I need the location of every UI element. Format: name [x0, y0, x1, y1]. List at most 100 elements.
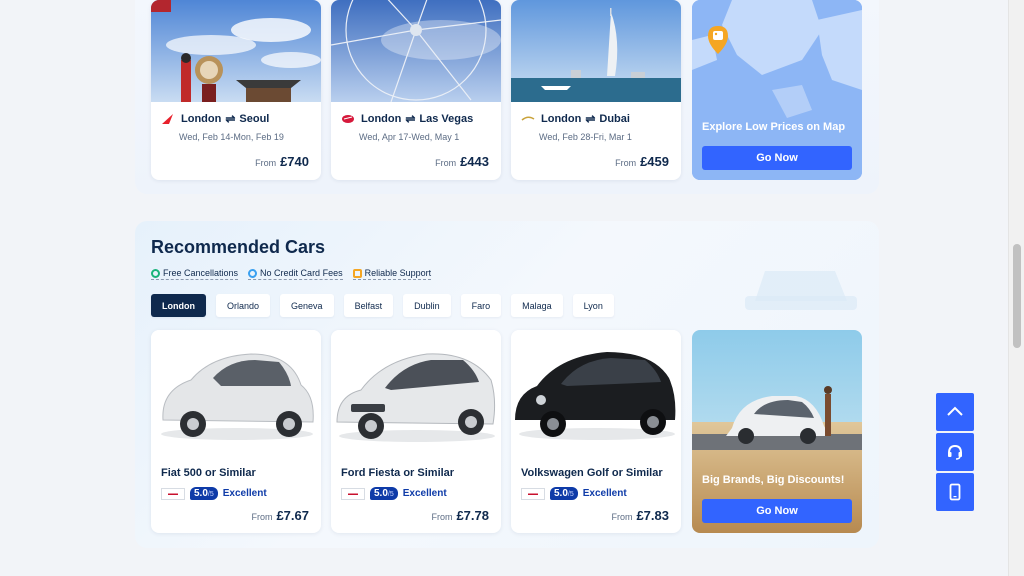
price-amount: £443	[460, 154, 489, 169]
car-rating: ▬▬ 5.0/5 Excellent	[521, 487, 627, 500]
travel-dates: Wed, Apr 17-Wed, May 1	[359, 132, 460, 142]
destination-city: Seoul	[239, 113, 270, 125]
fiat-500-image	[151, 330, 321, 450]
tab-faro[interactable]: Faro	[460, 294, 502, 317]
headset-icon	[948, 444, 962, 460]
destination-city: Las Vegas	[419, 113, 474, 125]
big-brands-promo-card[interactable]: Big Brands, Big Discounts! Go Now	[692, 330, 862, 533]
scrollbar-thumb[interactable]	[1013, 244, 1021, 348]
ford-fiesta-image	[331, 330, 501, 450]
vendor-logo-icon: ▬▬	[341, 487, 365, 500]
rating-score: 5.0/5	[370, 487, 398, 500]
check-icon	[151, 268, 160, 278]
tab-dublin[interactable]: Dublin	[403, 294, 451, 317]
tab-belfast[interactable]: Belfast	[343, 294, 394, 317]
promo-go-now-button[interactable]: Go Now	[702, 499, 852, 523]
travel-dates: Wed, Feb 28-Fri, Mar 1	[539, 132, 632, 142]
origin-city: London	[181, 113, 222, 125]
flight-price: From £443	[435, 154, 489, 169]
destination-city: Dubai	[599, 113, 630, 125]
feature-no-credit-card-fees[interactable]: No Credit Card Fees	[248, 268, 343, 280]
origin-city: London	[541, 113, 582, 125]
vendor-logo-icon: ▬▬	[521, 487, 545, 500]
recommended-cars-section: Recommended Cars Free Cancellations No C…	[135, 221, 879, 548]
rating-label: Excellent	[222, 488, 267, 499]
flight-deals-section: London ⇌ Seoul Wed, Feb 14-Mon, Feb 19 F…	[135, 0, 879, 194]
car-card-fiat-500[interactable]: Fiat 500 or Similar ▬▬ 5.0/5 Excellent F…	[151, 330, 321, 533]
promo-caption: Big Brands, Big Discounts!	[702, 474, 845, 486]
rating-score: 5.0/5	[190, 487, 218, 500]
car-card-volkswagen-golf[interactable]: Volkswagen Golf or Similar ▬▬ 5.0/5 Exce…	[511, 330, 681, 533]
city-tabs: London Orlando Geneva Belfast Dublin Far…	[151, 294, 614, 317]
price-prefix: From	[431, 512, 453, 522]
flight-price: From £740	[255, 154, 309, 169]
travel-dates: Wed, Feb 14-Mon, Feb 19	[179, 132, 284, 142]
customer-support-button[interactable]	[936, 433, 974, 471]
origin-city: London	[361, 113, 402, 125]
price-amount: £740	[280, 154, 309, 169]
car-card-ford-fiesta[interactable]: Ford Fiesta or Similar ▬▬ 5.0/5 Excellen…	[331, 330, 501, 533]
feature-label: Free Cancellations	[163, 268, 239, 278]
tab-malaga[interactable]: Malaga	[511, 294, 563, 317]
rating-label: Excellent	[402, 488, 447, 499]
price-prefix: From	[435, 158, 457, 168]
explore-map-card[interactable]: Explore Low Prices on Map Go Now	[692, 0, 862, 180]
car-name: Ford Fiesta or Similar	[341, 467, 455, 479]
volkswagen-golf-image	[511, 330, 681, 450]
feature-reliable-support[interactable]: Reliable Support	[352, 268, 432, 280]
tab-geneva[interactable]: Geneva	[280, 294, 334, 317]
score-scale: /5	[387, 491, 394, 498]
mobile-phone-icon	[949, 483, 961, 501]
airline-logo-icon	[521, 116, 535, 121]
feature-label: Reliable Support	[364, 268, 432, 278]
flight-card-dubai[interactable]: London ⇌ Dubai Wed, Feb 28-Fri, Mar 1 Fr…	[511, 0, 681, 180]
score-value: 5.0	[554, 488, 568, 499]
car-price: From £7.78	[431, 508, 489, 523]
flight-card-seoul[interactable]: London ⇌ Seoul Wed, Feb 14-Mon, Feb 19 F…	[151, 0, 321, 180]
feature-list: Free Cancellations No Credit Card Fees R…	[151, 268, 432, 280]
las-vegas-image	[331, 0, 501, 102]
chevron-up-icon	[947, 406, 963, 416]
airline-logo-icon	[162, 114, 173, 124]
car-price: From £7.67	[251, 508, 309, 523]
tab-lyon[interactable]: Lyon	[572, 294, 614, 317]
price-prefix: From	[615, 158, 637, 168]
rating-score: 5.0/5	[550, 487, 578, 500]
flight-card-las-vegas[interactable]: London ⇌ Las Vegas Wed, Apr 17-Wed, May …	[331, 0, 501, 180]
price-amount: £7.67	[276, 508, 309, 523]
score-value: 5.0	[194, 488, 208, 499]
tab-orlando[interactable]: Orlando	[216, 294, 271, 317]
car-watermark-icon	[745, 271, 857, 310]
rating-label: Excellent	[582, 488, 627, 499]
price-prefix: From	[251, 512, 273, 522]
back-to-top-button[interactable]	[936, 393, 974, 431]
map-go-now-button[interactable]: Go Now	[702, 146, 852, 170]
tab-london[interactable]: London	[151, 294, 206, 317]
price-amount: £7.78	[456, 508, 489, 523]
mobile-app-button[interactable]	[936, 473, 974, 511]
score-scale: /5	[567, 491, 574, 498]
price-prefix: From	[255, 158, 277, 168]
flight-price: From £459	[615, 154, 669, 169]
section-title: Recommended Cars	[151, 237, 326, 257]
score-scale: /5	[207, 491, 214, 498]
flight-route: London ⇌ Las Vegas	[341, 112, 473, 126]
page-scrollbar[interactable]	[1008, 0, 1024, 576]
feature-free-cancellations[interactable]: Free Cancellations	[151, 268, 239, 280]
map-caption: Explore Low Prices on Map	[702, 121, 846, 133]
flight-route: London ⇌ Dubai	[521, 112, 630, 126]
price-prefix: From	[611, 512, 633, 522]
dubai-image	[511, 0, 681, 102]
car-rating: ▬▬ 5.0/5 Excellent	[341, 487, 447, 500]
score-value: 5.0	[374, 488, 388, 499]
price-amount: £459	[640, 154, 669, 169]
airline-logo-icon	[342, 115, 354, 123]
heart-check-icon	[352, 268, 362, 278]
swap-arrows-icon: ⇌	[585, 112, 596, 126]
swap-arrows-icon: ⇌	[225, 112, 236, 126]
price-tag-pin-icon	[708, 26, 728, 54]
feature-label: No Credit Card Fees	[260, 268, 343, 278]
swap-arrows-icon: ⇌	[405, 112, 416, 126]
car-name: Fiat 500 or Similar	[161, 467, 256, 479]
seoul-image	[151, 0, 321, 102]
